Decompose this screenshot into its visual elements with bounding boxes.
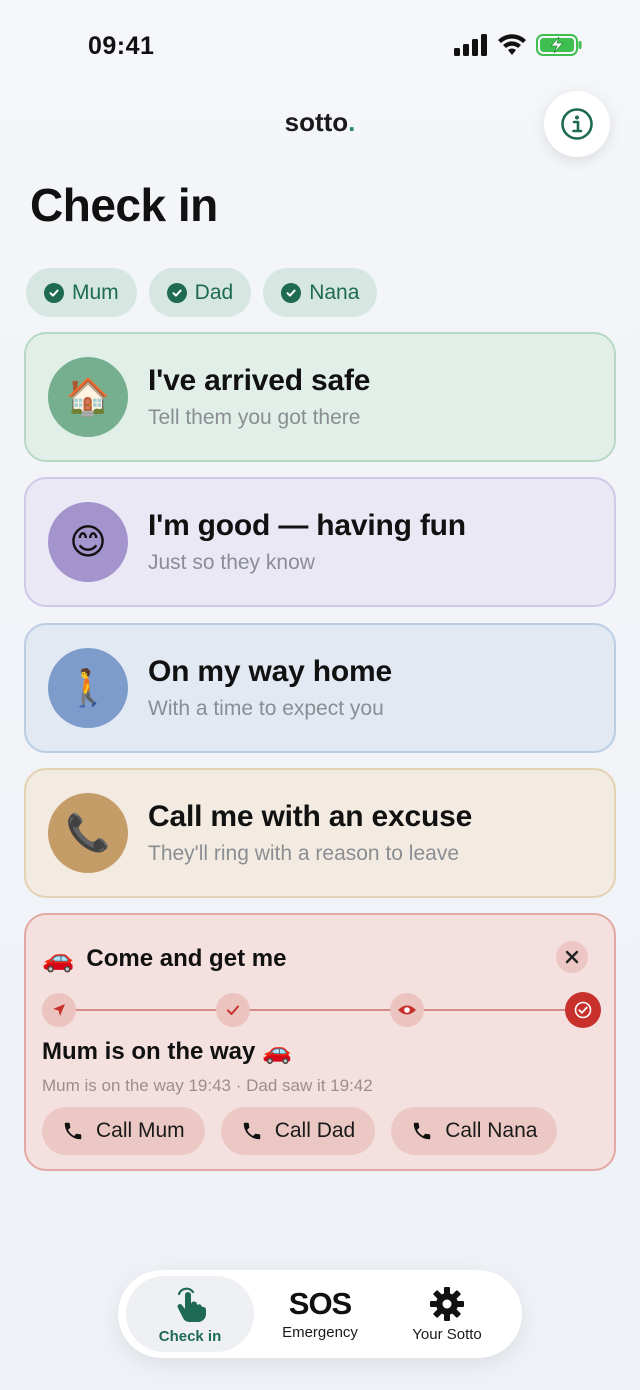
check-circle-icon <box>574 1001 592 1019</box>
nav-your-sotto[interactable]: Your Sotto <box>383 1276 511 1352</box>
wifi-icon <box>498 34 526 55</box>
page-title: Check in <box>30 179 218 231</box>
card-subtitle: With a time to expect you <box>148 697 384 720</box>
eye-icon <box>398 1005 416 1015</box>
progress-step-on-the-way <box>565 992 601 1028</box>
smiley-icon: 😊 <box>48 502 128 582</box>
car-icon: 🚗 <box>42 943 75 973</box>
contact-chip-nana[interactable]: Nana <box>263 268 378 317</box>
phone-icon <box>64 1122 82 1140</box>
pickup-timeline-meta: Mum is on the way 19:43 · Dad saw it 19:… <box>42 1076 373 1095</box>
call-mum-button[interactable]: Call Mum <box>42 1107 205 1155</box>
phone-icon <box>243 1122 260 1140</box>
having-fun-card[interactable]: 😊 I'm good — having fun Just so they kno… <box>24 477 616 607</box>
status-bar: 09:41 <box>0 0 640 90</box>
nav-label: Check in <box>158 1327 222 1345</box>
card-subtitle: Tell them you got there <box>148 406 361 429</box>
tap-hand-icon <box>177 1287 207 1322</box>
progress-step-delivered <box>216 993 250 1027</box>
contact-chip-mum[interactable]: Mum <box>26 268 137 317</box>
contact-chip-dad[interactable]: Dad <box>148 268 252 317</box>
pickup-status: Mum is on the way 🚗 <box>42 1038 292 1065</box>
on-my-way-card[interactable]: 🚶 On my way home With a time to expect y… <box>24 623 616 753</box>
battery-charging-icon <box>536 34 582 56</box>
panel-title: Come and get me <box>86 944 287 972</box>
status-icons <box>454 34 582 56</box>
check-icon <box>227 1005 239 1015</box>
nav-label: Emergency <box>282 1323 358 1341</box>
nav-label: Your Sotto <box>412 1325 482 1343</box>
app-name: sotto <box>284 107 349 137</box>
phone-icon <box>413 1122 431 1140</box>
progress-step-seen <box>390 993 424 1027</box>
phone-icon: 📞 <box>48 793 128 873</box>
card-title: I've arrived safe <box>148 364 371 397</box>
send-arrow-icon <box>53 1004 65 1016</box>
call-button-label: Call Dad <box>274 1119 356 1142</box>
card-title: Call me with an excuse <box>148 800 473 833</box>
gear-icon <box>430 1286 464 1321</box>
house-icon: 🏠 <box>48 357 128 437</box>
call-excuse-card[interactable]: 📞 Call me with an excuse They'll ring wi… <box>24 768 616 898</box>
walking-person-icon: 🚶 <box>48 648 128 728</box>
close-button[interactable] <box>556 941 588 973</box>
progress-step-sent <box>42 993 76 1027</box>
check-icon <box>44 282 64 303</box>
come-and-get-me-panel: 🚗 Come and get me Mum is on the way 🚗 Mu… <box>24 913 616 1171</box>
card-title: On my way home <box>148 655 392 688</box>
contact-chip-label: Nana <box>309 280 360 304</box>
panel-header: 🚗 Come and get me <box>42 943 286 974</box>
check-icon <box>281 282 302 303</box>
info-icon <box>561 108 593 140</box>
progress-track <box>60 1009 580 1011</box>
bottom-nav: Check in SOS Emergency Your Sotto <box>118 1270 522 1358</box>
contact-chips: Mum Dad Nana <box>26 268 378 317</box>
signal-icon <box>454 34 487 56</box>
arrived-safe-card[interactable]: 🏠 I've arrived safe Tell them you got th… <box>24 332 616 462</box>
call-button-label: Call Nana <box>445 1119 538 1142</box>
sos-icon: SOS <box>288 1285 352 1321</box>
nav-check-in[interactable]: Check in <box>126 1276 254 1352</box>
info-button[interactable] <box>544 91 610 157</box>
nav-emergency[interactable]: SOS Emergency <box>256 1276 384 1352</box>
call-buttons: Call Mum Call Dad Call Nana <box>42 1107 558 1155</box>
call-button-label: Call Mum <box>96 1119 185 1142</box>
app-name-dot: . <box>348 107 356 137</box>
contact-chip-label: Dad <box>194 280 234 304</box>
card-subtitle: Just so they know <box>148 551 315 574</box>
card-title: I'm good — having fun <box>148 509 466 542</box>
contact-chip-label: Mum <box>72 280 119 304</box>
card-subtitle: They'll ring with a reason to leave <box>148 842 460 865</box>
call-nana-button[interactable]: Call Nana <box>391 1107 558 1155</box>
status-time: 09:41 <box>88 32 155 60</box>
check-icon <box>166 282 187 303</box>
call-dad-button[interactable]: Call Dad <box>220 1107 376 1155</box>
close-icon <box>565 950 579 964</box>
